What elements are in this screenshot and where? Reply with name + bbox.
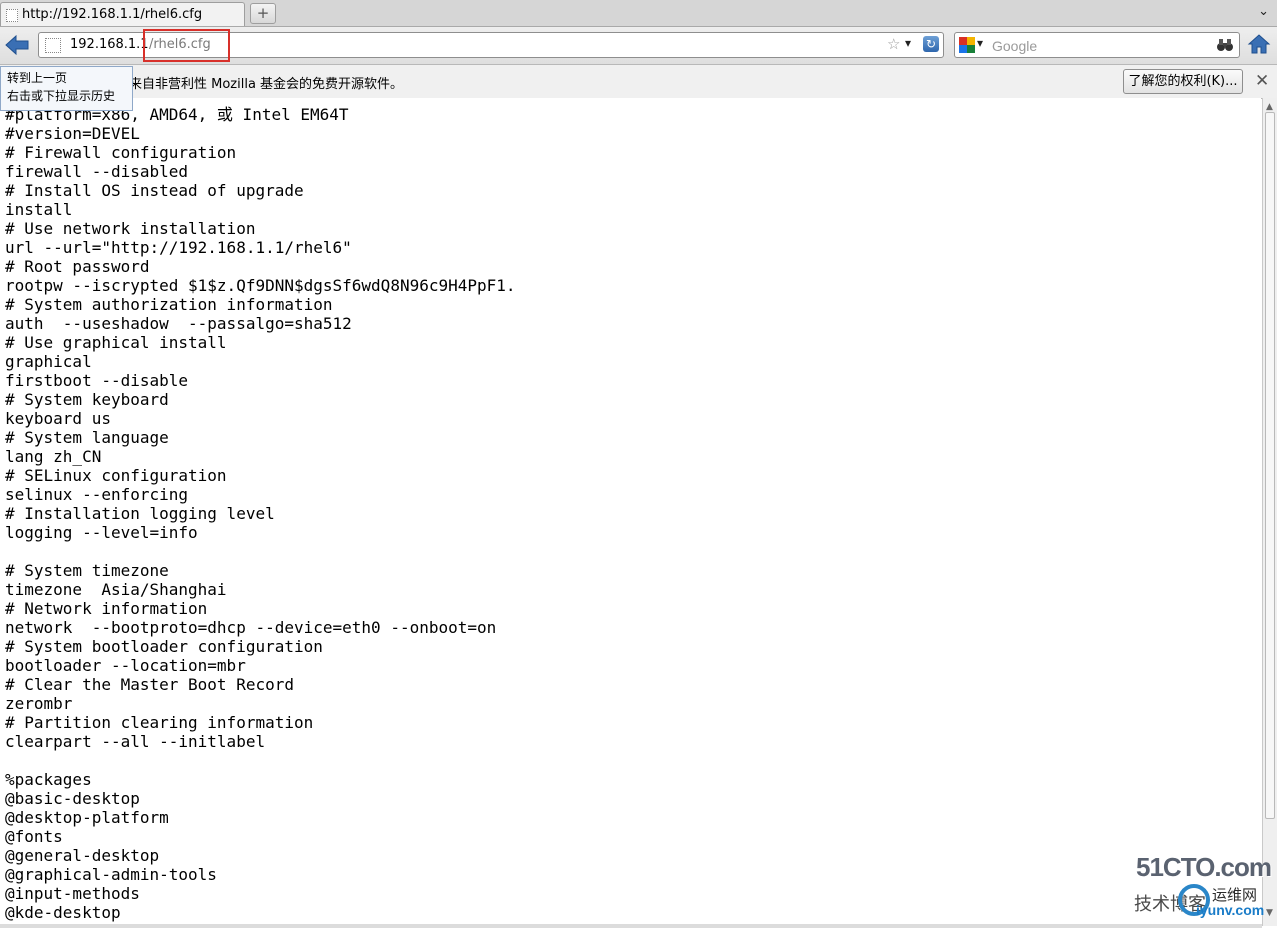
new-tab-button[interactable]: + (250, 3, 276, 24)
close-icon[interactable]: ✕ (1255, 71, 1269, 91)
search-bar[interactable]: ▾ (954, 32, 1240, 58)
binoculars-icon[interactable] (1216, 37, 1234, 53)
url-host: 192.168.1.1 (70, 37, 149, 52)
vertical-scrollbar[interactable]: ▲ ▼ (1262, 98, 1277, 926)
watermark-domain: iyunv.com (1196, 902, 1265, 918)
tooltip-line-1: 转到上一页 (7, 71, 68, 85)
tab-strip: http://192.168.1.1/rhel6.cfg + ⌄ (0, 0, 1277, 27)
status-strip (0, 924, 1262, 928)
tab-title: http://192.168.1.1/rhel6.cfg (22, 7, 203, 22)
site-watermark: 51CTO.com 技术博客 运维网 iyunv.com (1130, 850, 1272, 925)
back-button-tooltip: 转到上一页 右击或下拉显示历史 (0, 66, 133, 111)
back-button[interactable] (4, 32, 30, 58)
google-engine-icon[interactable] (959, 37, 975, 53)
page-icon (6, 9, 18, 22)
home-button[interactable] (1247, 32, 1271, 56)
watermark-brand: 51CTO.com (1136, 852, 1272, 882)
bookmark-star-icon[interactable]: ☆ (887, 35, 900, 53)
know-your-rights-button[interactable]: 了解您的权利(K)... (1123, 69, 1243, 94)
url-history-dropdown-icon[interactable]: ▾ (905, 36, 911, 50)
notification-message: 是来自非营利性 Mozilla 基金会的免费开源软件。 (116, 77, 404, 92)
page-content[interactable]: #platform=x86, AMD64, 或 Intel EM64T #ver… (0, 98, 1261, 924)
highlight-box (143, 29, 230, 62)
search-input[interactable] (990, 35, 1214, 57)
scroll-up-icon[interactable]: ▲ (1266, 102, 1273, 112)
tab-current[interactable]: http://192.168.1.1/rhel6.cfg (0, 2, 245, 26)
reload-icon[interactable]: ↻ (923, 36, 939, 52)
home-icon (1247, 34, 1271, 54)
site-identity-icon[interactable] (45, 38, 61, 53)
notification-bar: 是来自非营利性 Mozilla 基金会的免费开源软件。 了解您的权利(K)...… (0, 65, 1277, 99)
scrollbar-thumb[interactable] (1265, 112, 1275, 819)
chevron-down-icon[interactable]: ⌄ (1258, 4, 1269, 19)
tooltip-line-2: 右击或下拉显示历史 (7, 89, 116, 103)
back-arrow-icon (5, 34, 29, 56)
engine-dropdown-icon[interactable]: ▾ (977, 36, 983, 50)
config-file-text: #platform=x86, AMD64, 或 Intel EM64T #ver… (5, 105, 516, 922)
